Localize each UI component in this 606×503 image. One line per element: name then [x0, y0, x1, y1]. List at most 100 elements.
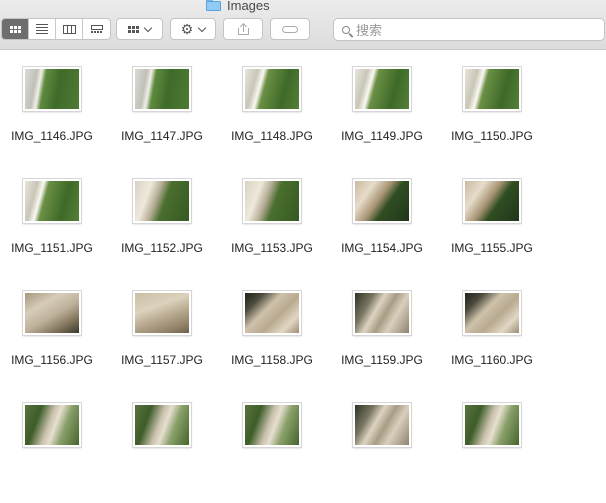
file-name: IMG_1150.JPG: [451, 129, 533, 143]
file-thumbnail: [243, 291, 301, 335]
file-thumbnail: [463, 67, 521, 111]
column-view-icon: [62, 24, 76, 34]
view-mode-selector: [1, 18, 111, 40]
photo-preview: [245, 181, 299, 221]
file-name: IMG_1146.JPG: [11, 129, 93, 143]
file-name: IMG_1154.JPG: [341, 241, 423, 255]
file-item[interactable]: IMG_1157.JPG: [107, 291, 217, 391]
file-item[interactable]: IMG_1154.JPG: [327, 179, 437, 279]
column-view-button[interactable]: [56, 19, 83, 39]
file-thumbnail: [243, 67, 301, 111]
photo-preview: [135, 405, 189, 445]
action-button[interactable]: ⚙: [170, 18, 216, 40]
photo-preview: [355, 405, 409, 445]
file-item[interactable]: [107, 403, 217, 503]
file-thumbnail: [133, 179, 191, 223]
file-name: IMG_1155.JPG: [451, 241, 533, 255]
file-name: IMG_1156.JPG: [11, 353, 93, 367]
file-thumbnail: [353, 179, 411, 223]
file-thumbnail: [23, 403, 81, 447]
file-item[interactable]: IMG_1151.JPG: [0, 179, 107, 279]
chevron-down-icon: [143, 23, 153, 32]
file-item[interactable]: IMG_1147.JPG: [107, 67, 217, 167]
file-name: IMG_1152.JPG: [121, 241, 203, 255]
file-thumbnail: [133, 403, 191, 447]
photo-preview: [135, 293, 189, 333]
group-grid-icon: [128, 25, 139, 33]
file-thumbnail: [23, 291, 81, 335]
file-thumbnail: [243, 403, 301, 447]
gallery-view-button[interactable]: [83, 19, 110, 39]
file-item[interactable]: IMG_1152.JPG: [107, 179, 217, 279]
file-name: IMG_1149.JPG: [341, 129, 423, 143]
file-item[interactable]: IMG_1146.JPG: [0, 67, 107, 167]
file-thumbnail: [133, 67, 191, 111]
photo-preview: [25, 181, 79, 221]
icon-view-button[interactable]: [2, 19, 29, 39]
gear-icon: ⚙: [180, 21, 194, 37]
file-name: IMG_1151.JPG: [11, 241, 93, 255]
chevron-down-icon: [198, 23, 207, 32]
photo-preview: [135, 69, 189, 109]
group-by-button[interactable]: [116, 18, 163, 40]
toolbar: Images ⚙ 搜索: [0, 0, 606, 50]
photo-preview: [25, 293, 79, 333]
file-item[interactable]: [0, 403, 107, 503]
photo-preview: [245, 69, 299, 109]
file-name: IMG_1160.JPG: [451, 353, 533, 367]
photo-preview: [465, 293, 519, 333]
photo-preview: [355, 293, 409, 333]
file-thumbnail: [23, 179, 81, 223]
photo-preview: [465, 69, 519, 109]
file-thumbnail: [243, 179, 301, 223]
folder-icon: [206, 0, 221, 11]
file-item[interactable]: [437, 403, 547, 503]
file-name: IMG_1147.JPG: [121, 129, 203, 143]
gallery-view-icon: [90, 24, 103, 34]
photo-preview: [25, 405, 79, 445]
list-view-icon: [36, 24, 48, 34]
file-item[interactable]: IMG_1160.JPG: [437, 291, 547, 391]
file-item[interactable]: IMG_1155.JPG: [437, 179, 547, 279]
file-thumbnail: [353, 67, 411, 111]
photo-preview: [25, 69, 79, 109]
file-item[interactable]: [327, 403, 437, 503]
file-name: IMG_1153.JPG: [231, 241, 313, 255]
file-item[interactable]: IMG_1156.JPG: [0, 291, 107, 391]
file-name: IMG_1157.JPG: [121, 353, 203, 367]
list-view-button[interactable]: [29, 19, 56, 39]
photo-preview: [355, 181, 409, 221]
search-field[interactable]: 搜索: [333, 18, 605, 41]
file-thumbnail: [133, 291, 191, 335]
search-icon: [342, 25, 350, 34]
file-item[interactable]: [217, 403, 327, 503]
file-item[interactable]: IMG_1159.JPG: [327, 291, 437, 391]
photo-preview: [245, 293, 299, 333]
grid-view-icon: [9, 25, 21, 33]
file-item[interactable]: IMG_1158.JPG: [217, 291, 327, 391]
file-item[interactable]: IMG_1148.JPG: [217, 67, 327, 167]
window-title-text: Images: [227, 0, 270, 13]
photo-preview: [135, 181, 189, 221]
file-thumbnail: [23, 67, 81, 111]
file-thumbnail: [463, 291, 521, 335]
window-title: Images: [206, 0, 270, 13]
photo-preview: [465, 405, 519, 445]
file-name: IMG_1158.JPG: [231, 353, 313, 367]
file-thumbnail: [353, 403, 411, 447]
file-thumbnail: [463, 179, 521, 223]
search-placeholder: 搜索: [356, 23, 383, 38]
photo-preview: [355, 69, 409, 109]
file-name: IMG_1159.JPG: [341, 353, 423, 367]
file-item[interactable]: IMG_1150.JPG: [437, 67, 547, 167]
file-thumbnail: [353, 291, 411, 335]
tag-icon: [282, 25, 298, 33]
tags-button[interactable]: [270, 18, 310, 40]
photo-preview: [245, 405, 299, 445]
file-item[interactable]: IMG_1153.JPG: [217, 179, 327, 279]
file-name: IMG_1148.JPG: [231, 129, 313, 143]
photo-preview: [465, 181, 519, 221]
share-icon: [237, 22, 249, 35]
file-item[interactable]: IMG_1149.JPG: [327, 67, 437, 167]
share-button[interactable]: [223, 18, 263, 40]
